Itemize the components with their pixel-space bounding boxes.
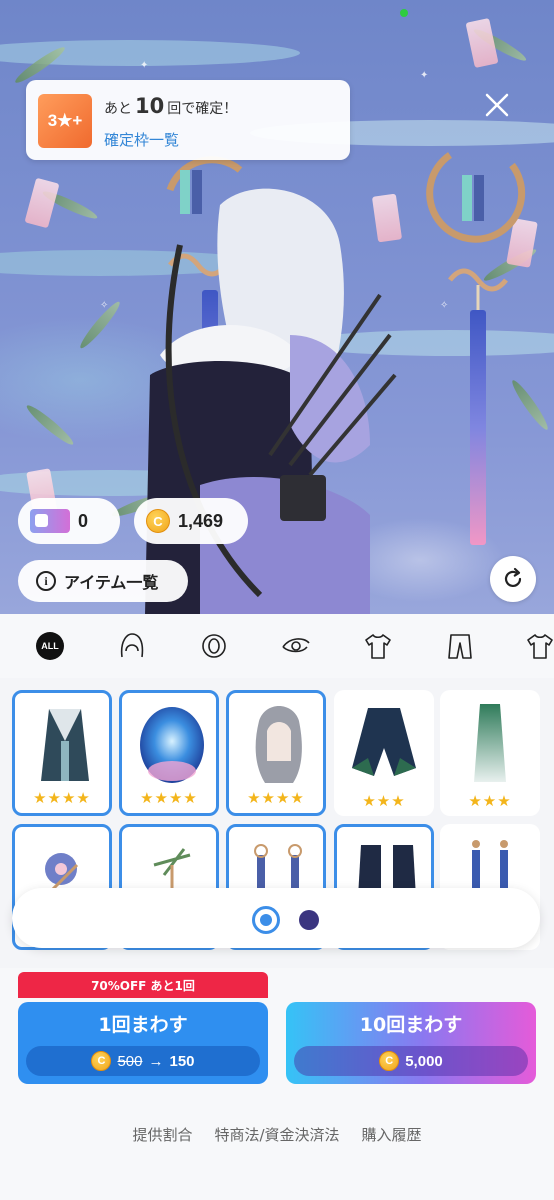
tanzaku-decoration — [24, 177, 60, 229]
coin-balance: C 1,469 — [134, 498, 248, 544]
page-dot-active[interactable] — [252, 906, 280, 934]
single-draw-price: C 500 → 150 — [26, 1046, 260, 1076]
outfit-icon — [527, 634, 553, 659]
price-arrow: → — [148, 1052, 164, 1070]
item-card[interactable]: ★★★★ — [12, 690, 112, 816]
item-card[interactable]: ★★★ — [440, 690, 540, 816]
skirt-icon — [474, 704, 506, 782]
tab-hair[interactable] — [112, 626, 152, 666]
pants-icon — [448, 634, 472, 659]
drop-rates-link[interactable]: 提供割合 — [132, 1124, 192, 1145]
discounted-price: 150 — [169, 1052, 195, 1070]
countdown-number: 10 — [135, 94, 165, 118]
guarantee-list-link[interactable]: 確定枠一覧 — [104, 129, 179, 150]
tab-eyes[interactable] — [276, 626, 316, 666]
tanzaku-decoration — [465, 18, 499, 68]
coin-icon: C — [146, 509, 170, 533]
tab-all[interactable]: ALL — [30, 626, 70, 666]
close-button[interactable] — [482, 90, 512, 120]
ticket-icon — [30, 509, 70, 533]
category-tab-bar: ALL — [0, 614, 554, 678]
ticket-count: 0 — [78, 510, 89, 531]
ten-draw-label: 10回まわす — [359, 1014, 463, 1036]
shirt-icon — [365, 634, 391, 659]
tab-outfits[interactable] — [520, 626, 554, 666]
rarity-stars: ★★★★ — [140, 789, 198, 807]
tab-tops[interactable] — [358, 626, 398, 666]
rarity-stars: ★★★★ — [247, 789, 305, 807]
item-card[interactable]: ★★★ — [334, 690, 434, 816]
page-dot[interactable] — [299, 910, 319, 930]
sparkle-icon: ✦ — [140, 60, 149, 71]
footer-links: 提供割合 特商法/資金決済法 購入履歴 — [0, 1124, 554, 1145]
jacket-icon — [352, 708, 416, 776]
ten-draw-price: C 5,000 — [294, 1046, 528, 1076]
sparkle-icon: ✧ — [100, 300, 109, 311]
coat-outfit-icon — [41, 709, 89, 781]
eye-icon — [282, 638, 310, 653]
close-icon — [485, 93, 509, 117]
tab-all-label: ALL — [36, 632, 64, 660]
gacha-action-panel: 70%OFF あと1回 1回まわす C 500 → 150 10回まわす C 5… — [0, 968, 554, 1200]
countdown-suffix: 回で確定！ — [167, 101, 238, 117]
tab-face[interactable] — [194, 626, 234, 666]
discount-promo-label: 70%OFF あと1回 — [18, 972, 268, 998]
rarity-stars: ★★★★ — [33, 789, 91, 807]
rotate-view-button[interactable] — [490, 556, 536, 602]
single-draw-button[interactable]: 1回まわす C 500 → 150 — [18, 1002, 268, 1084]
item-card[interactable]: ★★★★ — [226, 690, 326, 816]
hairstyle-icon — [255, 706, 302, 783]
ten-draw-cost: 5,000 — [405, 1052, 443, 1070]
status-indicator — [400, 9, 408, 17]
guarantee-countdown: あと 10 回で確定！ — [104, 94, 237, 118]
rarity-badge: 3★+ — [38, 94, 92, 148]
refresh-icon — [504, 567, 522, 588]
sparkle-icon: ✦ — [420, 70, 429, 81]
item-card[interactable]: ★★★★ — [119, 690, 219, 816]
ten-draw-button[interactable]: 10回まわす C 5,000 — [286, 1002, 536, 1084]
original-price: 500 — [117, 1052, 143, 1070]
rarity-stars: ★★★ — [468, 792, 512, 810]
countdown-prefix: あと — [104, 101, 132, 117]
bamboo-leaf — [23, 401, 77, 449]
purchase-history-link[interactable]: 購入履歴 — [362, 1124, 422, 1145]
hair-icon — [120, 633, 144, 658]
coin-icon: C — [91, 1051, 112, 1071]
coin-count: 1,469 — [178, 510, 224, 531]
rarity-stars: ★★★ — [362, 792, 406, 810]
face-icon — [202, 634, 226, 658]
crystal-orb-icon — [140, 707, 204, 783]
item-list-label: アイテム一覧 — [64, 573, 159, 592]
guarantee-hint-banner: 3★+ あと 10 回で確定！ 確定枠一覧 — [26, 80, 350, 160]
tab-bottoms[interactable] — [440, 626, 480, 666]
avatar-character — [145, 188, 397, 614]
item-list-button[interactable]: i アイテム一覧 — [18, 560, 188, 602]
wind-chime-ornament — [426, 152, 526, 545]
info-icon: i — [36, 571, 56, 591]
coin-icon: C — [379, 1051, 400, 1071]
page-indicator — [12, 888, 540, 948]
ticket-balance: 0 — [18, 498, 120, 544]
single-draw-label: 1回まわす — [98, 1014, 188, 1036]
legal-notice-link[interactable]: 特商法/資金決済法 — [214, 1124, 339, 1145]
